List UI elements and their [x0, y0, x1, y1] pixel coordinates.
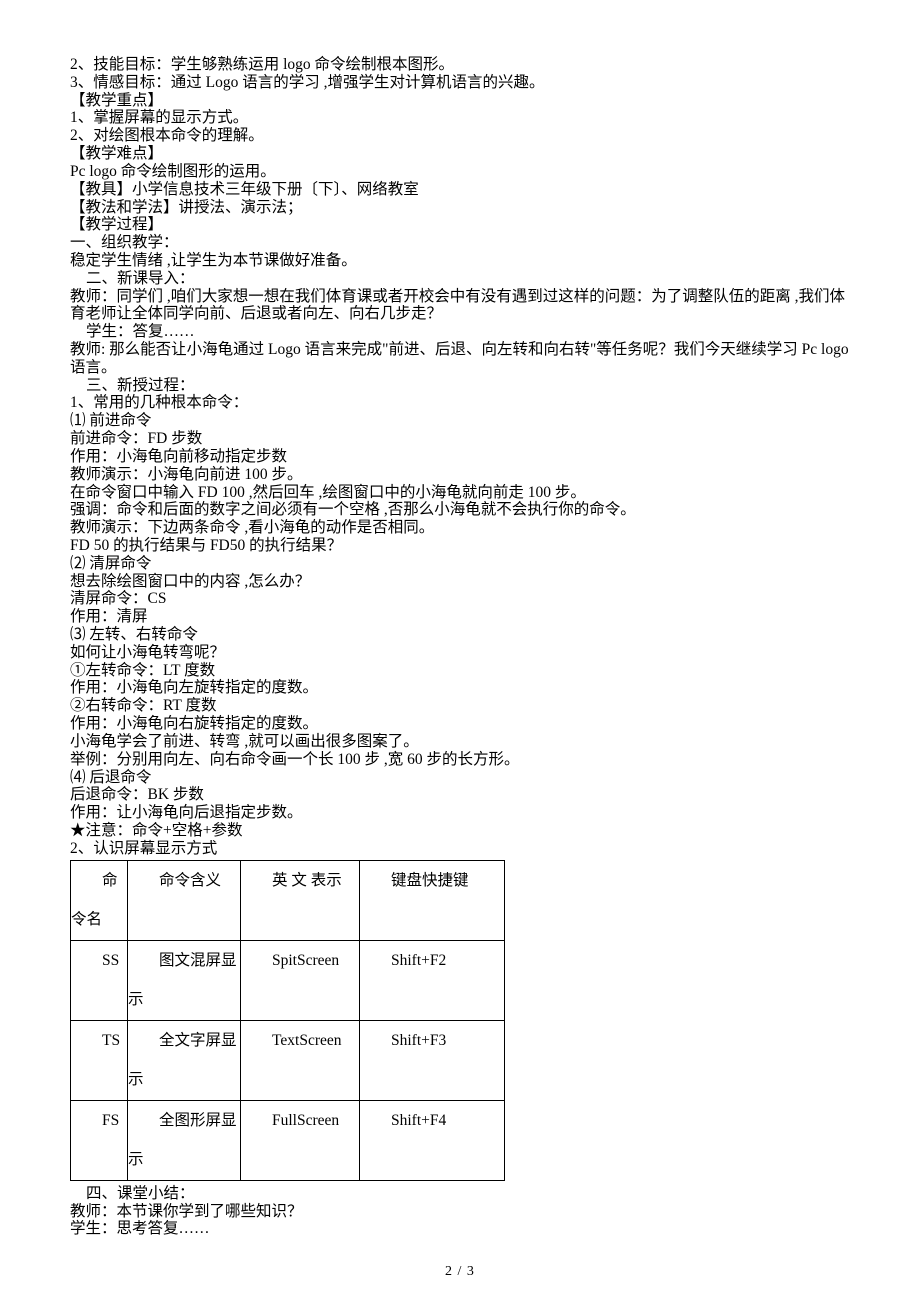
body-text: ★注意：命令+空格+参数 [70, 822, 850, 840]
command-table: 命令名 命令含义 英 文 表示 键盘快捷键 SS 图文混屏显示 SpitScre… [70, 860, 505, 1181]
table-header-row: 命令名 命令含义 英 文 表示 键盘快捷键 [71, 860, 505, 940]
body-text: 作用：小海龟向左旋转指定的度数。 [70, 679, 850, 697]
body-text: 教师演示：下边两条命令 ,看小海龟的动作是否相同。 [70, 519, 850, 537]
body-text: 举例：分别用向左、向右命令画一个长 100 步 ,宽 60 步的长方形。 [70, 751, 850, 769]
body-text: 强调：命令和后面的数字之间必须有一个空格 ,否那么小海龟就不会执行你的命令。 [70, 501, 850, 519]
body-text: 作用：让小海龟向后退指定步数。 [70, 804, 850, 822]
body-text: 3、情感目标：通过 Logo 语言的学习 ,增强学生对计算机语言的兴趣。 [70, 74, 850, 92]
body-text: ⑷ 后退命令 [70, 769, 850, 787]
body-text: 作用：小海龟向前移动指定步数 [70, 448, 850, 466]
section-heading: 【教学难点】 [70, 145, 850, 163]
table-header-cell: 命令名 [71, 860, 128, 940]
body-text: FD 50 的执行结果与 FD50 的执行结果？ [70, 537, 850, 555]
section-heading: 【教学重点】 [70, 92, 850, 110]
table-cell: SpitScreen [241, 940, 360, 1020]
body-text: 稳定学生情绪 ,让学生为本节课做好准备。 [70, 252, 850, 270]
table-cell: 全图形屏显示 [128, 1100, 241, 1180]
body-text: 2、对绘图根本命令的理解。 [70, 127, 850, 145]
body-text: 小海龟学会了前进、转弯 ,就可以画出很多图案了。 [70, 733, 850, 751]
table-header-cell: 命令含义 [128, 860, 241, 940]
body-text: 2、认识屏幕显示方式 [70, 840, 850, 858]
body-text: 教师: 那么能否让小海龟通过 Logo 语言来完成"前进、后退、向左转和向右转"… [70, 341, 850, 377]
body-text: ⑴ 前进命令 [70, 412, 850, 430]
body-text: 【教法和学法】讲授法、演示法； [70, 199, 850, 217]
body-text: 如何让小海龟转弯呢？ [70, 644, 850, 662]
body-text: 1、掌握屏幕的显示方式。 [70, 109, 850, 127]
body-text: 二、新课导入： [70, 270, 850, 288]
table-cell: TS [71, 1020, 128, 1100]
body-text: 教师：本节课你学到了哪些知识？ [70, 1203, 850, 1221]
body-text: 后退命令：BK 步数 [70, 786, 850, 804]
table-cell: FullScreen [241, 1100, 360, 1180]
body-text: 2、技能目标：学生够熟练运用 logo 命令绘制根本图形。 [70, 56, 850, 74]
body-text: 学生：答复…… [70, 323, 850, 341]
body-text: 1、常用的几种根本命令： [70, 394, 850, 412]
body-text: 教师：同学们 ,咱们大家想一想在我们体育课或者开校会中有没有遇到过这样的问题：为… [70, 288, 850, 324]
table-cell: Shift+F4 [360, 1100, 505, 1180]
section-heading: 【教学过程】 [70, 216, 850, 234]
table-cell: 图文混屏显示 [128, 940, 241, 1020]
table-row: SS 图文混屏显示 SpitScreen Shift+F2 [71, 940, 505, 1020]
table-header-cell: 键盘快捷键 [360, 860, 505, 940]
table-row: FS 全图形屏显示 FullScreen Shift+F4 [71, 1100, 505, 1180]
table-header-cell: 英 文 表示 [241, 860, 360, 940]
body-text: 想去除绘图窗口中的内容 ,怎么办？ [70, 573, 850, 591]
body-text: 三、新授过程： [70, 377, 850, 395]
table-cell: FS [71, 1100, 128, 1180]
table-cell: 全文字屏显示 [128, 1020, 241, 1100]
table-cell: Shift+F2 [360, 940, 505, 1020]
body-text: ②右转命令：RT 度数 [70, 697, 850, 715]
page-number: 2 / 3 [0, 1264, 920, 1280]
body-text: 作用：清屏 [70, 608, 850, 626]
body-text: 作用：小海龟向右旋转指定的度数。 [70, 715, 850, 733]
body-text: 一、组织教学： [70, 234, 850, 252]
body-text: 清屏命令：CS [70, 590, 850, 608]
body-text: 教师演示：小海龟向前进 100 步。 [70, 466, 850, 484]
table-cell: SS [71, 940, 128, 1020]
document-page: 2、技能目标：学生够熟练运用 logo 命令绘制根本图形。 3、情感目标：通过 … [0, 0, 920, 1302]
body-text: ⑶ 左转、右转命令 [70, 626, 850, 644]
body-text: 在命令窗口中输入 FD 100 ,然后回车 ,绘图窗口中的小海龟就向前走 100… [70, 484, 850, 502]
table-cell: TextScreen [241, 1020, 360, 1100]
body-text: Pc logo 命令绘制图形的运用。 [70, 163, 850, 181]
body-text: ①左转命令：LT 度数 [70, 662, 850, 680]
body-text: 前进命令：FD 步数 [70, 430, 850, 448]
table-cell: Shift+F3 [360, 1020, 505, 1100]
body-text: 四、课堂小结： [70, 1185, 850, 1203]
body-text: 【教具】小学信息技术三年级下册〔下〕、网络教室 [70, 181, 850, 199]
body-text: 学生：思考答复…… [70, 1220, 850, 1238]
body-text: ⑵ 清屏命令 [70, 555, 850, 573]
table-row: TS 全文字屏显示 TextScreen Shift+F3 [71, 1020, 505, 1100]
